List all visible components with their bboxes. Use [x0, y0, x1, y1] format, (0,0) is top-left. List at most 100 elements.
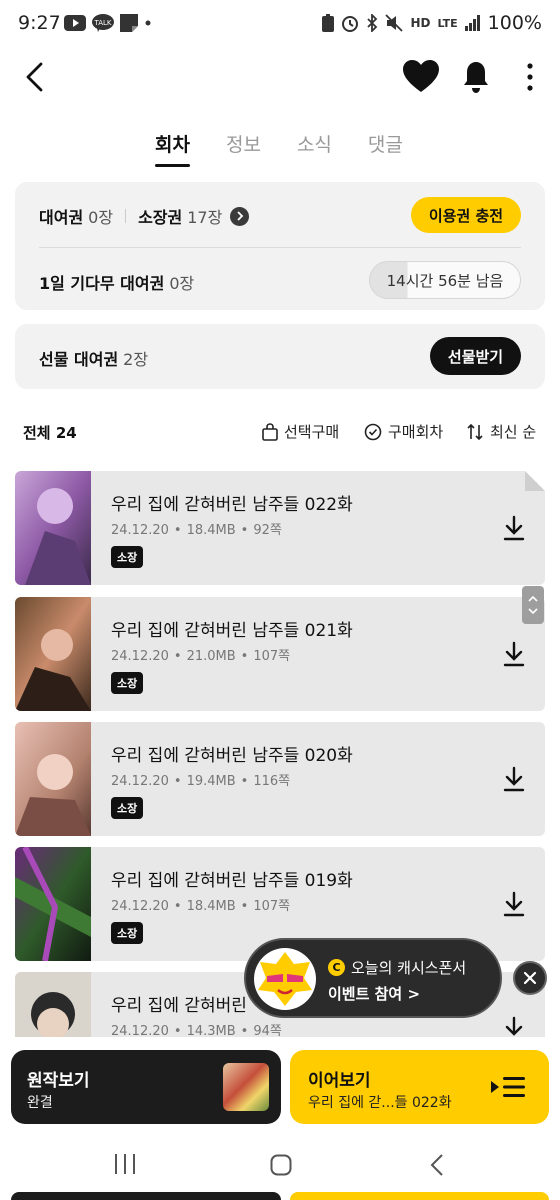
tab-comments[interactable]: 댓글: [368, 130, 403, 165]
download-icon[interactable]: [503, 1016, 525, 1037]
mute-icon: [385, 14, 404, 32]
episode-row[interactable]: 우리 집에 갇혀버린 남주들 022화 24.12.20 • 18.4MB • 92쪽 …: [15, 471, 545, 585]
episode-date: 24.12.20: [111, 523, 169, 538]
svg-text:TALK: TALK: [93, 19, 111, 27]
receive-gift-button[interactable]: 선물받기: [430, 337, 521, 375]
owned-badge: 소장: [111, 546, 144, 568]
tab-info[interactable]: 정보: [226, 130, 261, 165]
meta-separator: •: [240, 774, 249, 789]
rental-ticket-count: 0장: [88, 208, 114, 227]
system-navigation-bar: [0, 1128, 560, 1200]
recent-apps-icon[interactable]: [114, 1154, 136, 1174]
meta-separator: •: [240, 899, 249, 914]
battery-percent: 100%: [487, 12, 542, 34]
tab-bar: 회차 정보 소식 댓글: [155, 130, 403, 167]
ticket-divider: [125, 209, 127, 223]
select-buy-label: 선택구매: [284, 423, 340, 441]
select-buy-filter[interactable]: 선택구매: [262, 421, 339, 442]
tab-episodes[interactable]: 회차: [155, 130, 190, 167]
talk-icon: TALK: [92, 14, 114, 32]
download-icon[interactable]: [503, 766, 525, 792]
event-title-row: C 오늘의 캐시스폰서: [328, 957, 466, 978]
meta-separator: •: [173, 899, 182, 914]
download-icon[interactable]: [503, 641, 525, 667]
download-icon[interactable]: [503, 891, 525, 917]
own-ticket-count[interactable]: 17장: [187, 204, 222, 228]
meta-separator: •: [173, 649, 182, 664]
system-back-icon[interactable]: [430, 1154, 444, 1176]
home-icon[interactable]: [270, 1154, 292, 1176]
meta-separator: •: [240, 523, 249, 538]
episode-title: 우리 집에 갇혀버린 남주들 020화: [111, 746, 353, 766]
meta-separator: •: [240, 649, 249, 664]
wait-free-row: 1일 기다무 대여권 0장: [39, 270, 194, 294]
gift-ticket-row: 선물 대여권 2장: [39, 346, 148, 370]
episode-row[interactable]: 우리 집에 갇혀버린 남주들 021화 24.12.20 • 21.0MB • 107쪽…: [15, 597, 545, 711]
tab-news[interactable]: 소식: [297, 130, 332, 165]
chevron-right-icon[interactable]: [230, 206, 250, 226]
back-arrow-icon[interactable]: [22, 62, 52, 92]
bell-icon[interactable]: [460, 58, 492, 94]
episode-meta: 24.12.20 • 18.4MB • 107쪽: [111, 895, 290, 914]
view-original-status: 완결: [27, 1095, 53, 1111]
gift-card: 선물 대여권 2장 선물받기: [15, 324, 545, 389]
mascot-character-icon: [254, 948, 316, 1010]
episode-pages: 116쪽: [253, 774, 291, 789]
status-right-icons: HD LTE 100%: [322, 12, 542, 34]
meta-separator: •: [173, 774, 182, 789]
episode-pages: 92쪽: [253, 523, 282, 538]
cash-sponsor-event-popup[interactable]: C 오늘의 캐시스폰서 이벤트 참여 >: [244, 938, 502, 1018]
play-list-icon: [491, 1077, 525, 1097]
heart-icon[interactable]: [403, 60, 439, 94]
note-icon: [120, 14, 138, 32]
episode-size: 18.4MB: [186, 523, 236, 538]
check-circle-icon: [364, 423, 382, 440]
episode-date: 24.12.20: [111, 649, 169, 664]
episode-thumbnail: [15, 972, 91, 1037]
owned-badge: 소장: [111, 922, 144, 944]
charge-ticket-button[interactable]: 이용권 충전: [411, 197, 521, 233]
episode-title: 우리 집에 갇혀버린 남주들 022화: [111, 495, 353, 515]
sort-icon: [467, 423, 483, 440]
rental-ticket-label: 대여권: [39, 208, 84, 227]
episode-meta: 24.12.20 • 14.3MB • 94쪽: [111, 1020, 282, 1037]
event-title: 오늘의 캐시스폰서: [351, 959, 467, 977]
wait-free-count: 0장: [169, 274, 195, 293]
dot-icon: [145, 20, 151, 26]
episode-size: 19.4MB: [186, 774, 236, 789]
episode-thumbnail: [15, 722, 91, 836]
hd-voice-label: HD: [410, 16, 431, 30]
lte-label: LTE: [437, 16, 458, 30]
own-ticket-label[interactable]: 소장권: [138, 204, 182, 228]
more-vertical-icon[interactable]: [524, 62, 536, 92]
purchased-filter[interactable]: 구매회차: [364, 421, 443, 442]
sort-filter[interactable]: 최신 순: [466, 421, 536, 442]
signal-icon: [464, 15, 480, 31]
wait-free-label: 1일 기다무 대여권: [39, 274, 165, 293]
episode-pages: 107쪽: [253, 649, 291, 664]
status-time: 9:27: [18, 12, 61, 34]
purchased-label: 구매회차: [388, 423, 444, 441]
episode-date: 24.12.20: [111, 1024, 169, 1037]
owned-badge: 소장: [111, 797, 144, 819]
meta-separator: •: [240, 1024, 249, 1037]
download-icon[interactable]: [503, 515, 525, 541]
ticket-card: 대여권 0장 소장권 17장 이용권 충전 1일 기다무 대여권 0장 14시간…: [15, 182, 545, 310]
view-original-button[interactable]: 원작보기 완결: [11, 1050, 281, 1124]
continue-reading-button[interactable]: 이어보기 우리 집에 갇...들 022화: [290, 1050, 549, 1124]
event-join-link[interactable]: 이벤트 참여 >: [328, 983, 420, 1004]
fast-scroll-handle[interactable]: [522, 586, 544, 624]
episode-meta: 24.12.20 • 18.4MB • 92쪽: [111, 519, 282, 538]
episode-title: 우리 집에 갇혀버린 남주들 019화: [111, 871, 353, 891]
meta-separator: •: [173, 523, 182, 538]
episode-title: 우리 집에 갇혀버린 남주들 021화: [111, 621, 353, 641]
bottom-edge-peek-right: [290, 1192, 549, 1200]
cash-coin-icon: C: [328, 959, 345, 976]
episode-thumbnail: [15, 471, 91, 585]
episode-date: 24.12.20: [111, 774, 169, 789]
episode-row[interactable]: 우리 집에 갇혀버린 남주들 020화 24.12.20 • 19.4MB • 116쪽…: [15, 722, 545, 836]
shopping-bag-icon: [262, 422, 278, 441]
ticket-summary: 대여권 0장 소장권 17장: [39, 204, 250, 228]
close-icon[interactable]: [513, 961, 547, 995]
episode-meta: 24.12.20 • 21.0MB • 107쪽: [111, 645, 290, 664]
